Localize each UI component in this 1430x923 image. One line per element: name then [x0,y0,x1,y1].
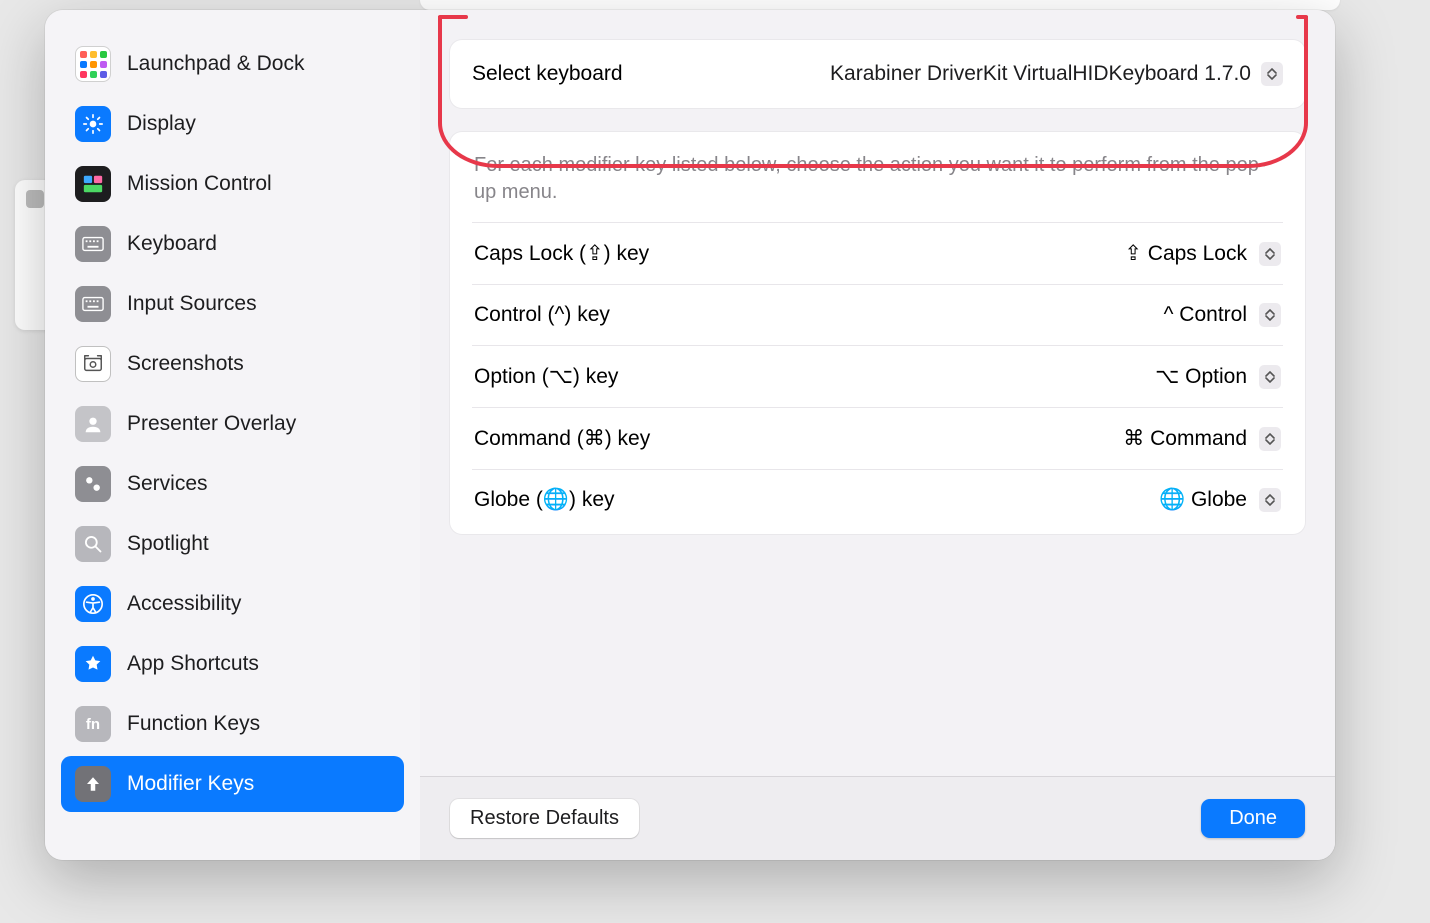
key-value: ⌥ Option [1155,364,1247,389]
popup-chevron-icon [1261,62,1283,86]
app-shortcuts-icon [75,646,111,682]
select-keyboard-row: Select keyboard Karabiner DriverKit Virt… [450,40,1305,108]
popup-chevron-icon [1259,242,1281,266]
sidebar-item-modifier-keys[interactable]: Modifier Keys [61,756,404,812]
services-icon [75,466,111,502]
key-row-option: Option (⌥) key ⌥ Option [472,345,1283,407]
sidebar-item-spotlight[interactable]: Spotlight [61,516,404,572]
select-keyboard-label: Select keyboard [472,62,623,86]
sidebar-item-accessibility[interactable]: Accessibility [61,576,404,632]
sidebar-item-input-sources[interactable]: Input Sources [61,276,404,332]
sidebar-item-label: Accessibility [127,592,241,616]
mission-control-icon [75,166,111,202]
footer: Restore Defaults Done [420,776,1335,860]
screenshots-icon [75,346,111,382]
key-row-command: Command (⌘) key ⌘ Command [472,407,1283,469]
keyboard-icon [75,226,111,262]
sidebar-item-app-shortcuts[interactable]: App Shortcuts [61,636,404,692]
sidebar: Launchpad & Dock Display Mission Control… [45,10,420,860]
key-row-control: Control (^) key ^ Control [472,284,1283,345]
accessibility-icon [75,586,111,622]
key-label: Option (⌥) key [474,364,618,389]
restore-defaults-button[interactable]: Restore Defaults [450,799,639,838]
sidebar-item-label: Mission Control [127,172,272,196]
sidebar-item-keyboard[interactable]: Keyboard [61,216,404,272]
sidebar-item-screenshots[interactable]: Screenshots [61,336,404,392]
background-window-stub [420,0,1340,10]
key-value: ^ Control [1164,303,1247,327]
sidebar-item-label: Services [127,472,208,496]
popup-chevron-icon [1259,427,1281,451]
sidebar-item-label: Presenter Overlay [127,412,296,436]
key-row-globe: Globe (🌐) key 🌐 Globe [472,469,1283,530]
sidebar-item-mission-control[interactable]: Mission Control [61,156,404,212]
spotlight-icon [75,526,111,562]
display-icon [75,106,111,142]
sidebar-item-launchpad-dock[interactable]: Launchpad & Dock [61,36,404,92]
sidebar-item-label: App Shortcuts [127,652,259,676]
sidebar-item-label: Keyboard [127,232,217,256]
sidebar-item-label: Screenshots [127,352,244,376]
key-popup-command[interactable]: ⌘ Command [1123,426,1281,451]
description-text: For each modifier key listed below, choo… [472,138,1283,222]
modifier-keys-icon [75,766,111,802]
launchpad-icon [75,46,111,82]
modifier-keys-card: For each modifier key listed below, choo… [450,132,1305,534]
sidebar-item-label: Modifier Keys [127,772,254,796]
key-value: ⌘ Command [1123,426,1247,451]
main-panel: Select keyboard Karabiner DriverKit Virt… [420,10,1335,860]
function-keys-icon: fn [75,706,111,742]
sidebar-item-display[interactable]: Display [61,96,404,152]
key-value: ⇪ Caps Lock [1124,241,1247,266]
sidebar-item-label: Display [127,112,196,136]
sidebar-item-function-keys[interactable]: fn Function Keys [61,696,404,752]
preferences-sheet: Launchpad & Dock Display Mission Control… [45,10,1335,860]
sidebar-item-label: Spotlight [127,532,209,556]
sidebar-item-label: Input Sources [127,292,257,316]
key-popup-globe[interactable]: 🌐 Globe [1159,488,1281,512]
key-popup-control[interactable]: ^ Control [1164,303,1281,327]
done-button[interactable]: Done [1201,799,1305,838]
key-popup-capslock[interactable]: ⇪ Caps Lock [1124,241,1281,266]
key-label: Globe (🌐) key [474,488,615,512]
key-popup-option[interactable]: ⌥ Option [1155,364,1281,389]
sidebar-item-presenter-overlay[interactable]: Presenter Overlay [61,396,404,452]
popup-chevron-icon [1259,365,1281,389]
key-label: Control (^) key [474,303,610,327]
key-label: Command (⌘) key [474,426,650,451]
sidebar-item-services[interactable]: Services [61,456,404,512]
popup-chevron-icon [1259,303,1281,327]
key-label: Caps Lock (⇪) key [474,241,649,266]
popup-chevron-icon [1259,488,1281,512]
sidebar-item-label: Function Keys [127,712,260,736]
select-keyboard-popup[interactable]: Karabiner DriverKit VirtualHIDKeyboard 1… [830,62,1283,86]
sidebar-item-label: Launchpad & Dock [127,52,304,76]
key-row-capslock: Caps Lock (⇪) key ⇪ Caps Lock [472,222,1283,284]
input-sources-icon [75,286,111,322]
select-keyboard-value: Karabiner DriverKit VirtualHIDKeyboard 1… [830,62,1251,86]
presenter-overlay-icon [75,406,111,442]
key-value: 🌐 Globe [1159,488,1247,512]
main-content: Select keyboard Karabiner DriverKit Virt… [420,10,1335,776]
